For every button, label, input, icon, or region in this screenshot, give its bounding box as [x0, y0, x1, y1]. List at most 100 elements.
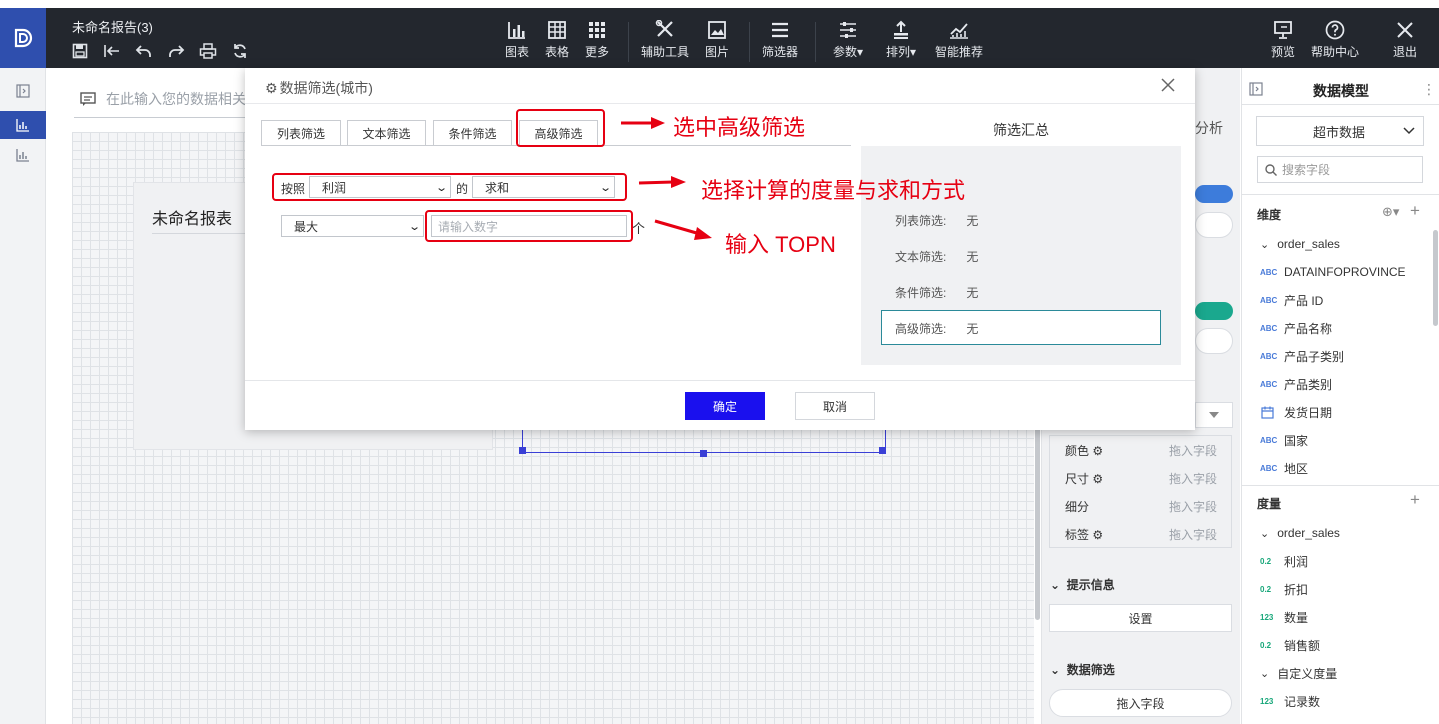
command-placeholder: 在此输入您的数据相关 [106, 90, 246, 107]
toolbar-preview-label: 预览 [1270, 45, 1295, 59]
resize-handle[interactable] [700, 450, 707, 457]
gear-icon[interactable]: ⚙ [1092, 444, 1103, 458]
toolbar-smart-button[interactable]: 智能推荐 [933, 20, 985, 64]
dimension-field[interactable]: ABC 国家 [1260, 430, 1308, 450]
dimension-field[interactable]: ABC 产品子类别 [1260, 346, 1344, 366]
summary-row: 条件筛选: 无 [895, 286, 979, 300]
grid-dots-icon [589, 22, 605, 38]
toolbar-arrange-button[interactable]: 排列▾ [882, 20, 920, 64]
toolbar-more-button[interactable]: 更多 [583, 20, 611, 64]
tooltip-settings-button[interactable]: 设置 [1049, 604, 1232, 632]
measure-group[interactable]: ⌄ order_sales [1260, 523, 1340, 543]
summary-row-active: 高级筛选: 无 [895, 322, 979, 336]
report-card-title[interactable]: 未命名报表 [152, 205, 232, 229]
toolbar-tools-button[interactable]: 辅助工具 [640, 20, 690, 64]
chevron-down-icon: ⌄ [1260, 527, 1270, 540]
refresh-icon[interactable] [232, 43, 248, 59]
data-filter-section-header[interactable]: ⌄ 数据筛选 [1050, 661, 1115, 678]
toolbar-image-button[interactable]: 图片 [703, 20, 731, 64]
chart-type-select[interactable] [1195, 402, 1233, 428]
sidebar-chart-2-icon[interactable] [12, 144, 34, 166]
toolbar-preview-button[interactable]: 预览 [1268, 20, 1298, 64]
dialog-close-button[interactable] [1161, 78, 1179, 96]
chevron-down-icon [1403, 127, 1415, 135]
report-title[interactable]: 未命名报告(3) [72, 17, 153, 36]
chevron-down-icon: ⌄ [1050, 663, 1061, 677]
tab-condition-filter[interactable]: 条件筛选 [433, 120, 512, 145]
dimension-group[interactable]: ⌄ order_sales [1260, 234, 1340, 254]
search-icon [1265, 163, 1277, 176]
add-dimension-icon[interactable]: + [1410, 201, 1420, 221]
custom-measure-group[interactable]: ⌄ 自定义度量 [1260, 663, 1337, 683]
dimension-field[interactable]: ABC 产品类别 [1260, 374, 1332, 394]
app-logo[interactable] [0, 8, 46, 68]
toolbar-params-button[interactable]: 参数▾ [829, 20, 867, 64]
globe-icon[interactable]: ⊕▾ [1382, 204, 1399, 220]
cancel-button[interactable]: 取消 [795, 392, 875, 420]
undo-icon[interactable] [135, 43, 153, 59]
gear-icon[interactable]: ⚙ [1092, 528, 1103, 542]
measure-field[interactable]: 0.2 销售额 [1260, 635, 1320, 655]
tools-icon [655, 20, 673, 37]
annotation-text-step3: 输入 TOPN [725, 232, 836, 257]
tooltip-section-header[interactable]: ⌄ 提示信息 [1050, 576, 1115, 593]
dialog-title: ⚙ 数据筛选(城市) [265, 79, 373, 97]
redo-icon[interactable] [167, 43, 185, 59]
dimension-field[interactable]: 发货日期 [1260, 402, 1332, 422]
drop-slot[interactable] [1195, 328, 1233, 354]
add-measure-icon[interactable]: + [1410, 490, 1420, 510]
annotation-text-step2: 选择计算的度量与求和方式 [701, 178, 966, 203]
chevron-down-icon: ⌄ [407, 220, 421, 233]
dimension-field[interactable]: ABC 产品 ID [1260, 290, 1323, 310]
mark-detail-row[interactable]: 细分 拖入字段 [1050, 492, 1232, 520]
measure-field[interactable]: 123 记录数 [1260, 691, 1320, 711]
sidebar-chart-icon[interactable] [12, 114, 34, 136]
field-pill-green[interactable] [1195, 302, 1233, 320]
toolbar-chart-button[interactable]: 图表 [503, 20, 531, 64]
save-icon[interactable] [72, 43, 88, 59]
toolbar-filter-button[interactable]: 筛选器 [760, 20, 800, 64]
summary-title: 筛选汇总 [993, 122, 1049, 138]
print-icon[interactable] [199, 43, 217, 59]
toolbar-tools-label: 辅助工具 [640, 45, 689, 59]
mark-size-row[interactable]: 尺寸 ⚙ 拖入字段 [1050, 464, 1232, 492]
collapse-left-icon[interactable] [103, 43, 121, 59]
analysis-tab[interactable]: 分析 [1195, 118, 1223, 138]
toolbar-exit-button[interactable]: 退出 [1390, 20, 1420, 64]
divider [1241, 485, 1439, 486]
dimension-field[interactable]: ABC 地区 [1260, 458, 1308, 478]
comment-icon [80, 91, 96, 106]
measure-field[interactable]: 0.2 利润 [1260, 551, 1308, 571]
tab-text-filter[interactable]: 文本筛选 [347, 120, 426, 145]
resize-handle[interactable] [879, 447, 886, 454]
panel-collapse-icon[interactable] [1249, 82, 1263, 96]
bar-chart-icon [508, 22, 525, 39]
tab-list-filter[interactable]: 列表筛选 [261, 120, 341, 145]
drop-slot[interactable] [1195, 212, 1233, 238]
dimensions-title: 维度 [1257, 208, 1282, 222]
close-icon [1397, 22, 1413, 38]
sidebar-expand-icon[interactable] [12, 80, 34, 102]
measure-field[interactable]: 0.2 折扣 [1260, 579, 1308, 599]
scrollbar-thumb[interactable] [1433, 230, 1438, 326]
confirm-button[interactable]: 确定 [685, 392, 765, 420]
filter-list-icon [772, 22, 788, 38]
toolbar-help-button[interactable]: 帮助中心 [1310, 20, 1360, 64]
summary-row: 文本筛选: 无 [895, 250, 979, 264]
dimension-field[interactable]: ABC 产品名称 [1260, 318, 1332, 338]
toolbar-table-button[interactable]: 表格 [543, 20, 571, 64]
dimension-field[interactable]: ABC DATAINFOPROVINCE [1260, 262, 1406, 282]
toolbar-chart-label: 图表 [504, 45, 529, 59]
field-search-input[interactable]: 搜索字段 [1257, 156, 1423, 183]
order-select[interactable]: 最大 ⌄ [281, 215, 424, 237]
dataset-select[interactable]: 超市数据 [1256, 116, 1424, 146]
mark-color-row[interactable]: 颜色 ⚙ 拖入字段 [1050, 436, 1232, 464]
resize-handle[interactable] [519, 447, 526, 454]
gear-icon[interactable]: ⚙ [1092, 472, 1103, 486]
mark-label-row[interactable]: 标签 ⚙ 拖入字段 [1050, 520, 1232, 548]
divider [1241, 194, 1439, 195]
more-vertical-icon[interactable]: ⋮ [1422, 81, 1436, 98]
field-pill-blue[interactable] [1195, 185, 1233, 203]
measure-field[interactable]: 123 数量 [1260, 607, 1308, 627]
data-filter-drop-zone[interactable]: 拖入字段 [1049, 689, 1232, 717]
